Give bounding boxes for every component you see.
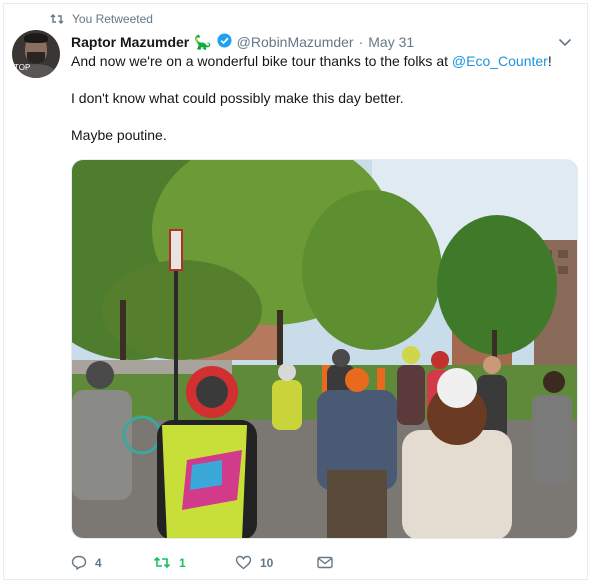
tweet-text: And now we're on a wonderful bike tour t… — [71, 52, 571, 163]
tweet-line: I don't know what could possibly make th… — [71, 90, 404, 106]
tweet-photo[interactable] — [71, 159, 578, 539]
tweet-date[interactable]: May 31 — [368, 34, 414, 50]
tweet-line: Maybe poutine. — [71, 127, 167, 143]
tweet-header: Raptor Mazumder 🦕 @RobinMazumder · May 3… — [71, 33, 414, 51]
avatar-tag: TOP — [14, 63, 31, 72]
author-handle[interactable]: @RobinMazumder — [237, 34, 354, 50]
dinosaur-emoji: 🦕 — [194, 33, 212, 50]
like-button[interactable]: 10 — [235, 555, 317, 570]
tweet-card[interactable]: You Retweeted TOP Raptor Mazumder 🦕 @Rob… — [3, 3, 588, 580]
avatar[interactable]: TOP — [12, 30, 60, 78]
heart-icon — [235, 555, 252, 570]
direct-message-button[interactable] — [317, 556, 399, 569]
reply-count: 4 — [95, 555, 102, 570]
retweet-icon — [50, 14, 64, 24]
display-name[interactable]: Raptor Mazumder — [71, 34, 189, 50]
like-count: 10 — [260, 555, 274, 570]
chevron-down-icon[interactable] — [558, 34, 572, 52]
tweet-line: And now we're on a wonderful bike tour t… — [71, 53, 552, 69]
verified-badge-icon — [217, 33, 232, 51]
retweet-button[interactable]: 1 — [153, 556, 235, 570]
retweet-context-label: You Retweeted — [72, 12, 153, 26]
separator-dot: · — [358, 34, 364, 50]
retweet-icon — [153, 556, 171, 569]
mention-link[interactable]: @Eco_Counter — [452, 53, 548, 69]
tweet-actions: 4 1 10 — [71, 555, 399, 570]
retweet-context: You Retweeted — [50, 12, 153, 26]
envelope-icon — [317, 556, 333, 569]
reply-button[interactable]: 4 — [71, 555, 153, 570]
reply-icon — [71, 555, 87, 570]
retweet-count: 1 — [179, 555, 186, 570]
